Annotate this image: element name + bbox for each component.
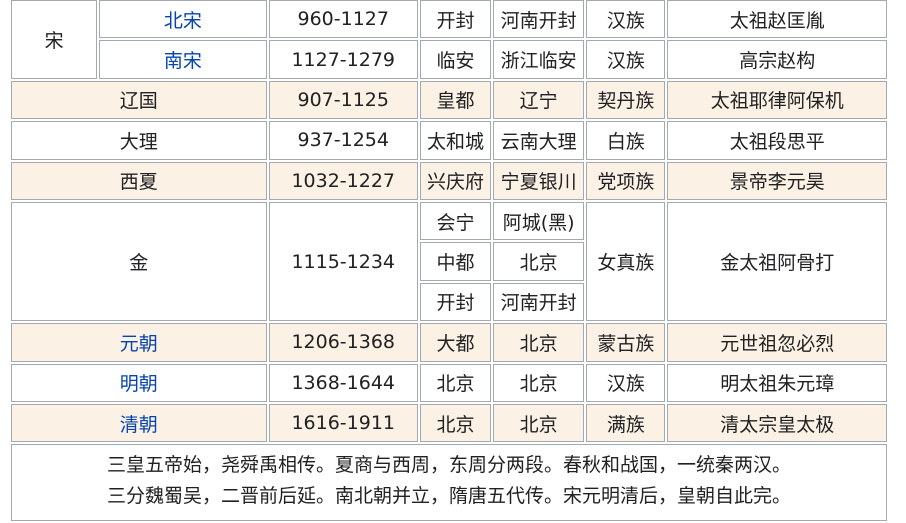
table-row: 清朝 1616-1911 北京 北京 满族 清太宗皇太极 — [11, 403, 887, 443]
dynasty-years: 1127-1279 — [268, 40, 418, 79]
dynasty-ethnicity: 满族 — [586, 403, 666, 443]
dynasty-modern-place: 北京 — [493, 323, 585, 362]
table-row: 南宋 1127-1279 临安 浙江临安 汉族 高宗赵构 — [11, 40, 887, 79]
dynasty-ethnicity: 汉族 — [586, 0, 666, 39]
dynasty-founder: 太祖耶律阿保机 — [667, 80, 887, 120]
dynasty-years: 1616-1911 — [268, 403, 418, 443]
table-row: 宋 北宋 960-1127 开封 河南开封 汉族 太祖赵匡胤 — [11, 0, 887, 79]
dynasty-capital: 兴庆府 — [419, 161, 492, 200]
dynasty-link-qing[interactable]: 清朝 — [120, 414, 158, 436]
dynasty-years: 1115-1234 — [268, 201, 418, 322]
poem-line-1: 三皇五帝始，尧舜禹相传。夏商与西周，东周分两段。春秋和战国，一统秦两汉。 — [106, 454, 791, 477]
dynasty-link-ming[interactable]: 明朝 — [120, 373, 158, 395]
dynasty-link-southern-song[interactable]: 南宋 — [164, 50, 202, 72]
dynasty-ethnicity: 白族 — [586, 121, 666, 160]
dynasty-group-song: 宋 — [11, 0, 98, 79]
dynasty-capital: 会宁 — [419, 201, 492, 241]
dynasty-ethnicity: 汉族 — [586, 363, 666, 402]
dynasty-capital: 大都 — [419, 323, 492, 362]
dynasty-modern-place: 阿城(黑) — [493, 201, 585, 241]
dynasty-modern-place: 北京 — [493, 242, 585, 281]
dynasty-founder: 景帝李元昊 — [667, 161, 887, 200]
table-row: 辽国 907-1125 皇都 辽宁 契丹族 太祖耶律阿保机 — [11, 80, 887, 120]
dynasty-name: 南宋 — [99, 40, 267, 79]
dynasty-ethnicity: 党项族 — [586, 161, 666, 200]
dynasty-name: 金 — [11, 201, 267, 322]
dynasty-years: 960-1127 — [268, 0, 418, 39]
dynasty-capital: 太和城 — [419, 121, 492, 160]
dynasty-ethnicity: 汉族 — [586, 40, 666, 79]
dynasty-capital: 开封 — [419, 0, 492, 39]
dynasty-name: 西夏 — [11, 161, 267, 200]
dynasty-modern-place: 辽宁 — [493, 80, 585, 120]
dynasty-ethnicity: 女真族 — [586, 201, 666, 322]
dynasty-founder: 清太宗皇太极 — [667, 403, 887, 443]
dynasty-capital: 临安 — [419, 40, 492, 79]
dynasty-name: 明朝 — [11, 363, 267, 402]
dynasty-capital: 皇都 — [419, 80, 492, 120]
table-row: 金 1115-1234 会宁 阿城(黑) 女真族 金太祖阿骨打 — [11, 201, 887, 322]
dynasty-ethnicity: 契丹族 — [586, 80, 666, 120]
dynasty-mnemonic-poem: 三皇五帝始，尧舜禹相传。夏商与西周，东周分两段。春秋和战国，一统秦两汉。 三分魏… — [11, 444, 887, 522]
dynasty-name: 辽国 — [11, 80, 267, 120]
dynasty-modern-place: 宁夏银川 — [493, 161, 585, 200]
table-row: 西夏 1032-1227 兴庆府 宁夏银川 党项族 景帝李元昊 — [11, 161, 887, 200]
dynasty-founder: 元世祖忽必烈 — [667, 323, 887, 362]
dynasty-years: 1368-1644 — [268, 363, 418, 402]
dynasty-name: 北宋 — [99, 0, 267, 39]
dynasty-modern-place: 河南开封 — [493, 0, 585, 39]
dynasty-years: 1032-1227 — [268, 161, 418, 200]
dynasty-founder: 太祖赵匡胤 — [667, 0, 887, 39]
dynasty-modern-place: 北京 — [493, 403, 585, 443]
dynasty-modern-place: 云南大理 — [493, 121, 585, 160]
table-row: 三皇五帝始，尧舜禹相传。夏商与西周，东周分两段。春秋和战国，一统秦两汉。 三分魏… — [11, 444, 887, 522]
dynasty-years: 1206-1368 — [268, 323, 418, 362]
table-row: 元朝 1206-1368 大都 北京 蒙古族 元世祖忽必烈 — [11, 323, 887, 362]
table-row: 明朝 1368-1644 北京 北京 汉族 明太祖朱元璋 — [11, 363, 887, 402]
dynasty-ethnicity: 蒙古族 — [586, 323, 666, 362]
poem-line-2: 三分魏蜀吴，二晋前后延。南北朝并立，隋唐五代传。宋元明清后，皇朝自此完。 — [106, 485, 791, 508]
dynasty-founder: 高宗赵构 — [667, 40, 887, 79]
dynasty-capital: 北京 — [419, 403, 492, 443]
dynasty-link-yuan[interactable]: 元朝 — [120, 333, 158, 355]
dynasty-years: 907-1125 — [268, 80, 418, 120]
dynasty-link-northern-song[interactable]: 北宋 — [164, 10, 202, 32]
dynasty-name: 清朝 — [11, 403, 267, 443]
dynasty-name: 元朝 — [11, 323, 267, 362]
dynasty-capital: 开封 — [419, 282, 492, 322]
dynasty-table: 宋 北宋 960-1127 开封 河南开封 汉族 太祖赵匡胤 南宋 1127-1… — [9, 0, 889, 523]
dynasty-founder: 太祖段思平 — [667, 121, 887, 160]
dynasty-modern-place: 北京 — [493, 363, 585, 402]
dynasty-modern-place: 河南开封 — [493, 282, 585, 322]
dynasty-modern-place: 浙江临安 — [493, 40, 585, 79]
table-row: 大理 937-1254 太和城 云南大理 白族 太祖段思平 — [11, 121, 887, 160]
dynasty-capital: 中都 — [419, 242, 492, 281]
dynasty-founder: 金太祖阿骨打 — [667, 201, 887, 322]
dynasty-capital: 北京 — [419, 363, 492, 402]
dynasty-name: 大理 — [11, 121, 267, 160]
dynasty-founder: 明太祖朱元璋 — [667, 363, 887, 402]
dynasty-years: 937-1254 — [268, 121, 418, 160]
